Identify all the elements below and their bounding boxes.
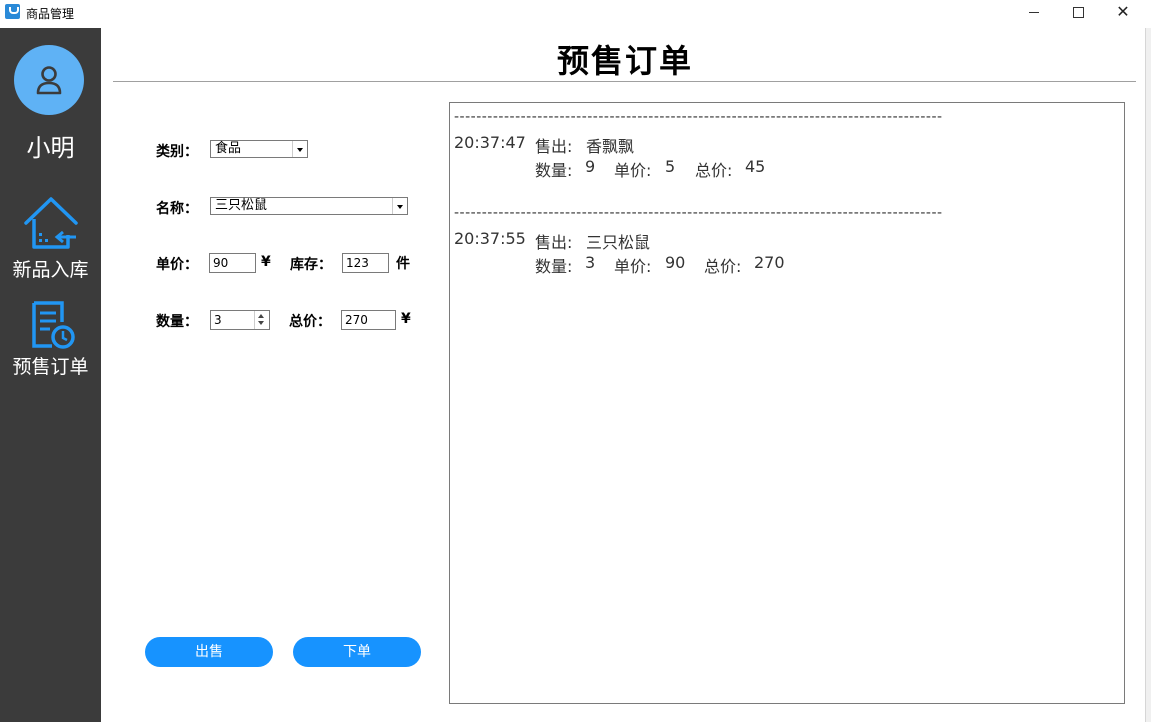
- app-icon: [5, 4, 20, 19]
- log-qty: 9: [585, 157, 596, 176]
- log-price: 90: [665, 253, 686, 272]
- window-title: 商品管理: [26, 7, 75, 21]
- log-qty: 3: [585, 253, 596, 272]
- minimize-button[interactable]: [1011, 0, 1057, 26]
- total-price-label: 总价：: [289, 314, 331, 330]
- username: 小明: [26, 134, 75, 162]
- total-price-input[interactable]: 270: [341, 310, 396, 330]
- name-value: 三只松鼠: [215, 198, 268, 213]
- chevron-down-icon[interactable]: [392, 198, 407, 214]
- unit-price-label: 单价：: [156, 257, 198, 273]
- sidebar-item-label: 新品入库: [12, 259, 89, 281]
- log-separator: ----------------------------------------…: [454, 109, 943, 125]
- category-select[interactable]: 食品: [210, 140, 308, 158]
- log-sold-label: 售出:: [535, 233, 573, 252]
- minimize-icon: [1029, 12, 1039, 13]
- stock-input[interactable]: 123: [342, 253, 389, 273]
- log-total-label: 总价:: [695, 161, 733, 180]
- order-button[interactable]: 下单: [293, 637, 421, 667]
- sell-button[interactable]: 出售: [145, 637, 273, 667]
- log-product: 香飘飘: [586, 137, 635, 156]
- sidebar: 小明 新品入库 预售订单: [0, 28, 101, 722]
- log-total-label: 总价:: [704, 257, 742, 276]
- log-separator: ----------------------------------------…: [454, 205, 943, 221]
- house-import-icon: [23, 197, 78, 249]
- log-price-label: 单价:: [614, 257, 652, 276]
- order-clock-icon: [31, 301, 75, 349]
- chevron-down-icon[interactable]: [292, 141, 307, 157]
- name-select[interactable]: 三只松鼠: [210, 197, 408, 215]
- unit-price-input[interactable]: 90: [209, 253, 256, 273]
- stock-unit: 件: [396, 256, 410, 272]
- maximize-button[interactable]: [1055, 0, 1101, 26]
- sidebar-item-label: 预售订单: [12, 356, 89, 378]
- category-value: 食品: [215, 141, 242, 156]
- maximize-icon: [1073, 7, 1084, 18]
- sidebar-item-new-product[interactable]: 新品入库: [0, 195, 101, 282]
- log-qty-label: 数量:: [535, 161, 573, 180]
- log-price-label: 单价:: [614, 161, 652, 180]
- window-titlebar: 商品管理 ✕: [0, 0, 1151, 28]
- log-price: 5: [665, 157, 676, 176]
- quantity-stepper[interactable]: 3: [210, 310, 270, 330]
- log-time: 20:37:47: [454, 133, 526, 152]
- sales-log[interactable]: ----------------------------------------…: [449, 102, 1125, 704]
- close-button[interactable]: ✕: [1100, 0, 1146, 26]
- currency-symbol: ¥: [401, 311, 411, 327]
- log-total: 45: [745, 157, 766, 176]
- log-qty-label: 数量:: [535, 257, 573, 276]
- quantity-value: 3: [214, 313, 222, 327]
- category-label: 类别：: [156, 144, 198, 160]
- log-sold-label: 售出:: [535, 137, 573, 156]
- currency-symbol: ¥: [261, 254, 271, 270]
- log-total: 270: [754, 253, 785, 272]
- page-title: 预售订单: [556, 42, 693, 80]
- log-entry: ----------------------------------------…: [454, 205, 944, 221]
- log-product: 三只松鼠: [586, 233, 651, 252]
- close-icon: ✕: [1116, 2, 1130, 21]
- log-time: 20:37:55: [454, 229, 526, 248]
- sidebar-item-presale-order[interactable]: 预售订单: [0, 300, 101, 379]
- header-divider: [113, 81, 1136, 82]
- spinner-arrows-icon[interactable]: [254, 311, 269, 329]
- log-entry: ----------------------------------------…: [454, 109, 944, 125]
- stock-label: 库存：: [290, 257, 332, 273]
- quantity-label: 数量：: [156, 314, 198, 330]
- window-edge: [1145, 28, 1151, 722]
- name-label: 名称：: [156, 201, 198, 217]
